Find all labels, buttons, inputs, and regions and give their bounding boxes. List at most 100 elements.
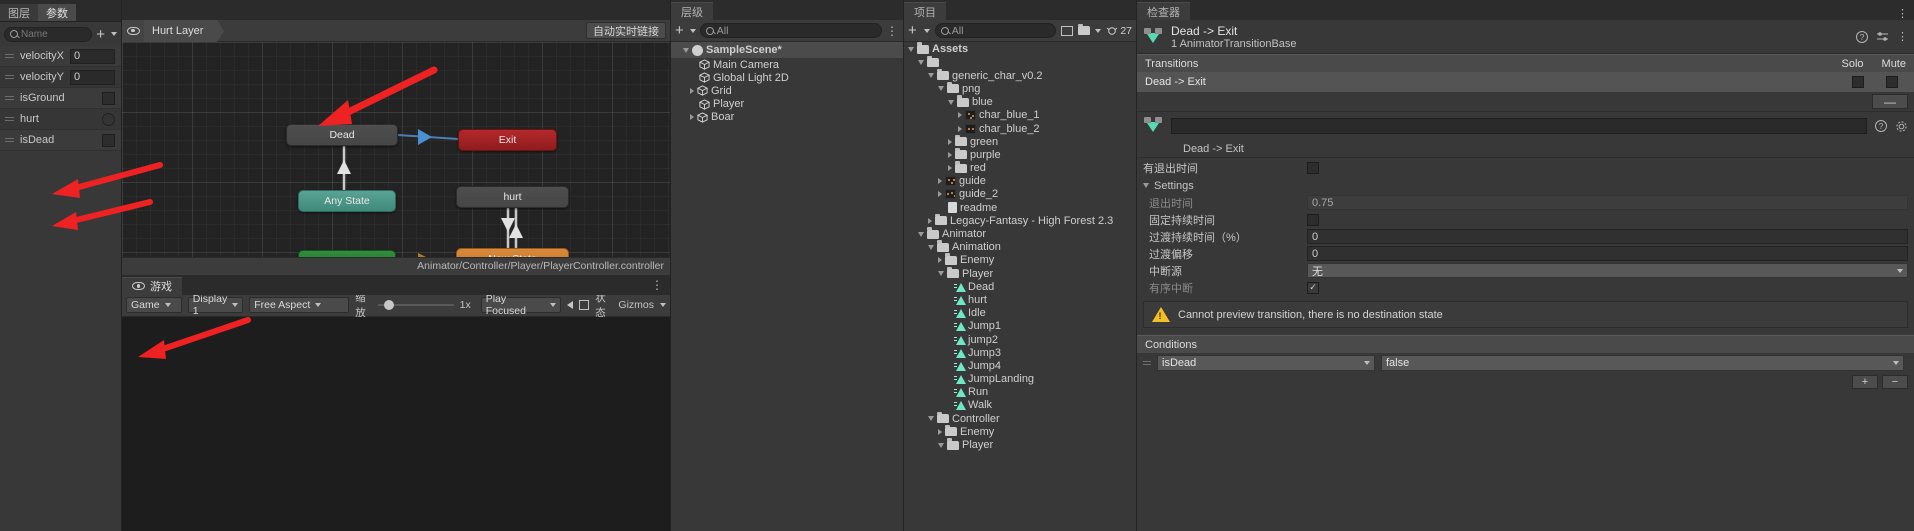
console-error-badge[interactable]: 27	[1106, 25, 1132, 37]
hierarchy-item-player[interactable]: Player	[671, 98, 903, 111]
project-item-green[interactable]: green	[904, 134, 1136, 148]
mute-audio-icon[interactable]	[567, 301, 574, 309]
transition-duration-field[interactable]: 0	[1307, 229, 1908, 244]
chevron-right-icon[interactable]	[690, 87, 694, 94]
has-exit-time-checkbox[interactable]	[1307, 161, 1319, 174]
preset-icon[interactable]	[1876, 31, 1889, 43]
project-item-clip-jumplanding[interactable]: JumpLanding	[904, 373, 1136, 386]
game-panel-menu-icon[interactable]: ⋮	[651, 278, 664, 292]
project-item-root-folder[interactable]	[904, 55, 1136, 69]
chevron-down-icon[interactable]	[918, 60, 924, 66]
chevron-down-icon[interactable]	[928, 73, 934, 79]
project-item-controller[interactable]: Controller	[904, 411, 1136, 425]
hierarchy-item-grid[interactable]: Grid	[671, 84, 903, 97]
save-search-icon[interactable]	[1078, 23, 1091, 35]
parameter-value-field[interactable]: 0	[70, 69, 115, 85]
animator-state-graph[interactable]: Dead Exit Any State hurt Entry New State	[122, 42, 670, 257]
inspector-menu-icon[interactable]: ⋮	[1897, 7, 1914, 20]
project-item-clip-run[interactable]: Run	[904, 386, 1136, 399]
help-icon[interactable]: ?	[1875, 120, 1887, 132]
state-node-exit[interactable]: Exit	[458, 129, 557, 151]
project-item-clip-idle[interactable]: Idle	[904, 307, 1136, 320]
project-item-animator[interactable]: Animator	[904, 227, 1136, 240]
chevron-down-icon[interactable]	[938, 86, 944, 92]
chevron-down-icon[interactable]	[923, 28, 930, 33]
project-item-clip-jump1[interactable]: Jump1	[904, 320, 1136, 333]
zoom-slider[interactable]	[378, 300, 454, 310]
layer-visibility-toggle[interactable]	[122, 19, 144, 42]
chevron-down-icon[interactable]	[918, 231, 924, 237]
chevron-down-icon[interactable]	[908, 46, 914, 52]
state-node-any-state[interactable]: Any State	[298, 190, 396, 212]
chevron-right-icon[interactable]	[948, 165, 952, 172]
project-item-clip-jump4[interactable]: Jump4	[904, 359, 1136, 372]
parameter-row[interactable]: velocityY 0	[0, 67, 121, 88]
chevron-right-icon[interactable]	[938, 257, 942, 264]
settings-foldout[interactable]: Settings	[1137, 177, 1914, 194]
state-node-hurt[interactable]: hurt	[456, 186, 569, 208]
create-asset-button[interactable]: +	[908, 23, 919, 38]
chevron-right-icon[interactable]	[938, 428, 942, 435]
project-item-legacy-fantasy[interactable]: Legacy-Fantasy - High Forest 2.3	[904, 213, 1136, 227]
remove-condition-button[interactable]: −	[1882, 375, 1908, 389]
parameter-row[interactable]: velocityX 0	[0, 46, 121, 67]
project-item-guide-2[interactable]: guide_2	[904, 188, 1136, 201]
help-icon[interactable]: ?	[1856, 30, 1868, 43]
parameter-row[interactable]: isDead	[0, 130, 121, 151]
transition-name-input[interactable]	[1171, 118, 1867, 134]
aspect-dropdown[interactable]: Free Aspect	[249, 297, 350, 313]
remove-transition-button[interactable]: —	[1872, 94, 1908, 109]
drag-handle-icon[interactable]	[5, 96, 14, 100]
hierarchy-menu-icon[interactable]: ⋮	[886, 24, 899, 38]
add-gameobject-button[interactable]: +	[675, 23, 686, 38]
chevron-right-icon[interactable]	[948, 138, 952, 145]
chevron-right-icon[interactable]	[948, 151, 952, 158]
chevron-right-icon[interactable]	[958, 125, 962, 132]
chevron-right-icon[interactable]	[938, 178, 942, 185]
hierarchy-item-global-light-2d[interactable]: Global Light 2D	[671, 71, 903, 84]
fixed-duration-checkbox[interactable]	[1307, 213, 1319, 226]
project-item-clip-jump2[interactable]: jump2	[904, 333, 1136, 346]
parameter-row[interactable]: isGround	[0, 88, 121, 109]
tab-layers[interactable]: 图层	[0, 4, 38, 21]
tab-inspector[interactable]: 检查器	[1137, 2, 1190, 20]
tab-project[interactable]: 项目	[904, 2, 946, 20]
project-item-generic-char[interactable]: generic_char_v0.2	[904, 68, 1136, 82]
project-item-readme[interactable]: readme	[904, 201, 1136, 214]
hierarchy-item-samplescene[interactable]: SampleScene*	[671, 42, 903, 58]
game-view-mode-dropdown[interactable]: Game	[126, 297, 182, 313]
drag-handle-icon[interactable]	[5, 117, 14, 121]
parameter-search-input[interactable]: Name	[4, 26, 93, 42]
chevron-down-icon[interactable]	[928, 416, 934, 422]
chevron-down-icon[interactable]	[660, 303, 666, 307]
chevron-down-icon[interactable]	[111, 32, 117, 36]
state-node-entry[interactable]: Entry	[298, 250, 396, 257]
project-item-char-blue-1[interactable]: char_blue_1	[904, 109, 1136, 122]
project-item-purple[interactable]: purple	[904, 147, 1136, 161]
project-item-red[interactable]: red	[904, 161, 1136, 175]
chevron-down-icon[interactable]	[689, 28, 696, 33]
drag-handle-icon[interactable]	[5, 75, 14, 79]
project-item-clip-walk[interactable]: Walk	[904, 399, 1136, 412]
gear-icon[interactable]	[1895, 120, 1908, 133]
chevron-down-icon[interactable]	[1143, 183, 1149, 188]
project-item-animation-player[interactable]: Player	[904, 266, 1136, 280]
chevron-down-icon[interactable]	[948, 99, 954, 105]
chevron-down-icon[interactable]	[938, 442, 944, 448]
project-item-animation-enemy[interactable]: Enemy	[904, 253, 1136, 267]
parameter-trigger-radio[interactable]	[102, 112, 115, 126]
project-item-animation[interactable]: Animation	[904, 240, 1136, 254]
project-item-png[interactable]: png	[904, 81, 1136, 95]
tab-parameters[interactable]: 参数	[38, 4, 76, 21]
chevron-right-icon[interactable]	[690, 114, 694, 121]
project-item-char-blue-2[interactable]: char_blue_2	[904, 122, 1136, 135]
hierarchy-search-input[interactable]: All	[699, 23, 882, 38]
zoom-slider-knob[interactable]	[384, 300, 395, 310]
drag-handle-icon[interactable]	[5, 138, 14, 142]
parameter-row[interactable]: hurt	[0, 109, 121, 130]
project-item-guide[interactable]: guide	[904, 175, 1136, 188]
mute-checkbox[interactable]	[1886, 76, 1898, 88]
parameter-value-field[interactable]: 0	[70, 48, 115, 64]
interruption-source-dropdown[interactable]: 无	[1307, 263, 1908, 278]
chevron-down-icon[interactable]	[683, 47, 689, 53]
